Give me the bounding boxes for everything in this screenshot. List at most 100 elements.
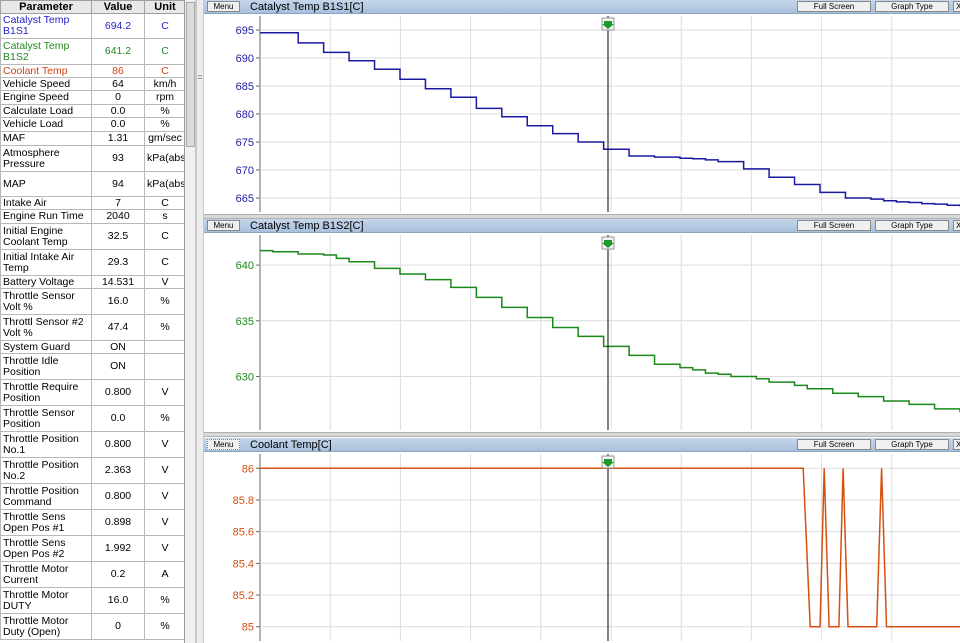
y-tick-label: 695 xyxy=(236,25,254,37)
table-row[interactable]: Throttle Position No.2 2.363 V xyxy=(0,457,184,484)
parameter-table: Parameter Value Unit Catalyst Temp B1S1 6… xyxy=(0,0,184,640)
value-header[interactable]: Value xyxy=(91,0,145,14)
parameter-unit-cell: C xyxy=(144,249,184,276)
table-row[interactable]: Throttle Sens Open Pos #2 1.992 V xyxy=(0,535,184,562)
scrollbar-thumb[interactable] xyxy=(186,2,195,147)
parameter-value-cell: 32.5 xyxy=(91,223,145,250)
parameter-name-cell: MAF xyxy=(0,131,92,146)
parameter-unit-cell: C xyxy=(144,38,184,65)
parameter-name-cell: Throttle Position Command xyxy=(0,483,92,510)
table-row[interactable]: Initial Intake Air Temp 29.3 C xyxy=(0,249,184,276)
table-row[interactable]: Throttle Motor Duty (Open) 0% xyxy=(0,613,184,640)
y-tick-label: 640 xyxy=(236,260,254,272)
parameter-name-cell: Throttle Sens Open Pos #2 xyxy=(0,535,92,562)
y-tick-label: 670 xyxy=(236,165,254,177)
table-row[interactable]: Vehicle Load 0.0% xyxy=(0,117,184,132)
table-row[interactable]: Calculate Load 0.0% xyxy=(0,104,184,118)
graph-type-button[interactable]: Graph Type xyxy=(875,220,949,231)
table-row[interactable]: MAP 94 kPa(abs) xyxy=(0,171,184,197)
parameter-value-cell: 694.2 xyxy=(91,13,145,39)
parameter-name-cell: Vehicle Load xyxy=(0,117,92,132)
plot-background xyxy=(204,233,960,432)
parameter-value-cell: 86 xyxy=(91,64,145,78)
graph-plot-catalyst-b1s1[interactable]: 695 690 685 680 675 670 665 xyxy=(204,14,960,214)
y-tick-label: 85.8 xyxy=(233,495,254,507)
table-row[interactable]: Throttl Sensor #2 Volt % 47.4% xyxy=(0,314,184,341)
table-row[interactable]: Engine Run Time 2040 s xyxy=(0,209,184,224)
table-row[interactable]: Throttle Sensor Position 0.0% xyxy=(0,405,184,432)
parameter-name-cell: Catalyst Temp B1S2 xyxy=(0,38,92,65)
parameter-value-cell: 0.0 xyxy=(91,104,145,118)
table-row[interactable]: Throttle Motor Current 0.2 A xyxy=(0,561,184,588)
table-row[interactable]: Atmosphere Pressure 93 kPa(abs) xyxy=(0,145,184,172)
graph-menu-button[interactable]: Menu xyxy=(207,439,240,450)
table-row[interactable]: Battery Voltage 14.531 V xyxy=(0,275,184,289)
parameter-unit-cell: C xyxy=(144,13,184,39)
cursor-marker-icon[interactable] xyxy=(601,17,615,31)
y-tick-label: 85.4 xyxy=(233,558,254,570)
parameter-name-cell: Battery Voltage xyxy=(0,275,92,289)
parameter-value-cell: 1.992 xyxy=(91,535,145,562)
table-row[interactable]: Throttle Require Position 0.800 V xyxy=(0,379,184,406)
table-row[interactable]: Intake Air 7 C xyxy=(0,196,184,210)
parameter-unit-cell: % xyxy=(144,587,184,614)
app-window: Parameter Value Unit Catalyst Temp B1S1 6… xyxy=(0,0,960,643)
table-row[interactable]: Throttle Idle Position ON xyxy=(0,353,184,380)
table-row[interactable]: MAF 1.31 gm/sec xyxy=(0,131,184,146)
table-row[interactable]: Coolant Temp 86 C xyxy=(0,64,184,78)
table-row[interactable]: Initial Engine Coolant Temp 32.5 C xyxy=(0,223,184,250)
parameter-unit-cell: km/h xyxy=(144,77,184,91)
full-screen-button[interactable]: Full Screen xyxy=(797,1,871,12)
parameter-table-panel: Parameter Value Unit Catalyst Temp B1S1 6… xyxy=(0,0,185,643)
y-tick-label: 690 xyxy=(236,53,254,65)
graph-plot-catalyst-b1s2[interactable]: 640 635 630 xyxy=(204,233,960,432)
close-icon[interactable]: X xyxy=(953,1,960,12)
parameter-name-cell: Catalyst Temp B1S1 xyxy=(0,13,92,39)
parameter-name-cell: Throttle Require Position xyxy=(0,379,92,406)
parameter-name-cell: Vehicle Speed xyxy=(0,77,92,91)
table-row[interactable]: Throttle Motor DUTY 16.0% xyxy=(0,587,184,614)
parameter-unit-cell: V xyxy=(144,379,184,406)
graph-type-button[interactable]: Graph Type xyxy=(875,1,949,12)
table-row[interactable]: System Guard ON xyxy=(0,340,184,354)
table-row[interactable]: Catalyst Temp B1S1 694.2 C xyxy=(0,13,184,39)
unit-header[interactable]: Unit xyxy=(144,0,184,14)
close-icon[interactable]: X xyxy=(953,220,960,231)
parameter-value-cell: 2.363 xyxy=(91,457,145,484)
parameter-value-cell: 0 xyxy=(91,613,145,640)
table-row[interactable]: Throttle Position Command 0.800 V xyxy=(0,483,184,510)
parameter-value-cell: 1.31 xyxy=(91,131,145,146)
parameter-value-cell: 93 xyxy=(91,145,145,172)
table-row[interactable]: Throttle Sensor Volt % 16.0% xyxy=(0,288,184,315)
parameter-value-cell: 0.800 xyxy=(91,431,145,458)
parameter-value-cell: ON xyxy=(91,340,145,354)
graph-menu-button[interactable]: Menu xyxy=(207,220,240,231)
full-screen-button[interactable]: Full Screen xyxy=(797,439,871,450)
cursor-marker-icon[interactable] xyxy=(601,236,615,250)
parameter-header[interactable]: Parameter xyxy=(0,0,92,14)
graph-toolbar: Menu Coolant Temp[C] Full Screen Graph T… xyxy=(204,438,960,452)
table-row[interactable]: Throttle Position No.1 0.800 V xyxy=(0,431,184,458)
parameter-name-cell: Engine Speed xyxy=(0,90,92,105)
parameter-unit-cell: gm/sec xyxy=(144,131,184,146)
graph-menu-button[interactable]: Menu xyxy=(207,1,240,12)
parameter-value-cell: 16.0 xyxy=(91,587,145,614)
panel-splitter[interactable]: = xyxy=(196,0,204,643)
full-screen-button[interactable]: Full Screen xyxy=(797,220,871,231)
parameter-name-cell: Initial Engine Coolant Temp xyxy=(0,223,92,250)
close-icon[interactable]: X xyxy=(953,439,960,450)
cursor-marker-icon[interactable] xyxy=(601,455,615,469)
vertical-scrollbar[interactable] xyxy=(185,0,196,643)
graph-type-button[interactable]: Graph Type xyxy=(875,439,949,450)
table-row[interactable]: Catalyst Temp B1S2 641.2 C xyxy=(0,38,184,65)
graph-toolbar: Menu Catalyst Temp B1S2[C] Full Screen G… xyxy=(204,219,960,233)
graph-divider[interactable] xyxy=(204,432,960,437)
parameter-name-cell: Atmosphere Pressure xyxy=(0,145,92,172)
parameter-value-cell: 0.0 xyxy=(91,117,145,132)
graph-plot-coolant-temp[interactable]: 86 85.8 85.6 85.4 85.2 85 xyxy=(204,452,960,643)
table-row[interactable]: Vehicle Speed 64 km/h xyxy=(0,77,184,91)
table-row[interactable]: Engine Speed 0 rpm xyxy=(0,90,184,105)
table-row[interactable]: Throttle Sens Open Pos #1 0.898 V xyxy=(0,509,184,536)
parameter-name-cell: Throttle Motor Current xyxy=(0,561,92,588)
parameter-value-cell: 7 xyxy=(91,196,145,210)
